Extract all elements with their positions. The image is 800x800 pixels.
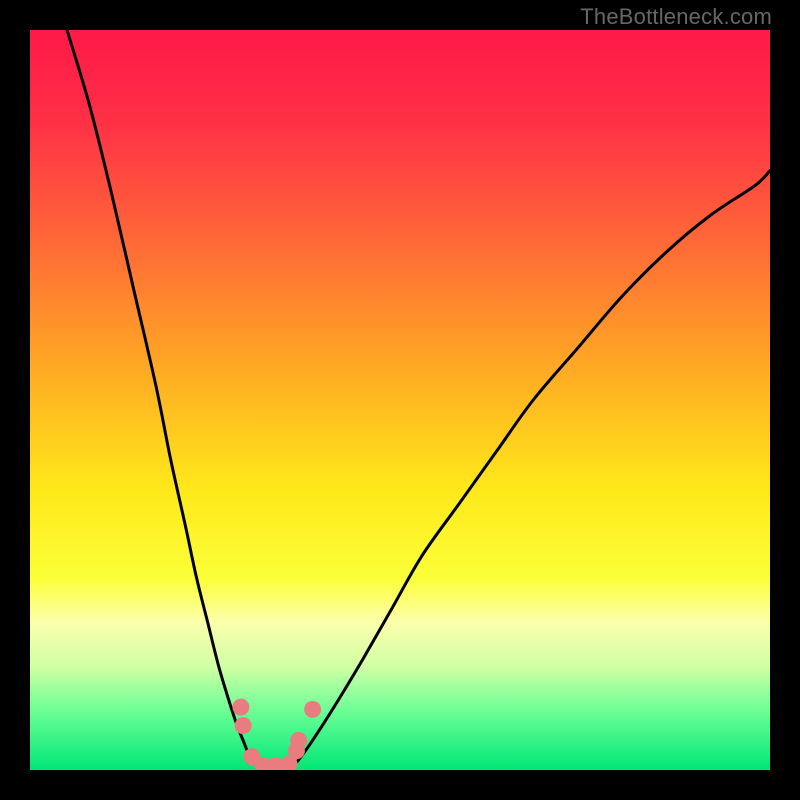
curve-right-branch [289, 171, 770, 770]
curves-layer [30, 30, 770, 770]
data-dot [290, 732, 307, 749]
data-dot [235, 717, 252, 734]
plot-frame [30, 30, 770, 770]
watermark-text: TheBottleneck.com [580, 4, 772, 30]
curve-left-branch [67, 30, 259, 770]
data-dot [232, 699, 249, 716]
data-dot [304, 701, 321, 718]
data-dots [232, 699, 321, 770]
